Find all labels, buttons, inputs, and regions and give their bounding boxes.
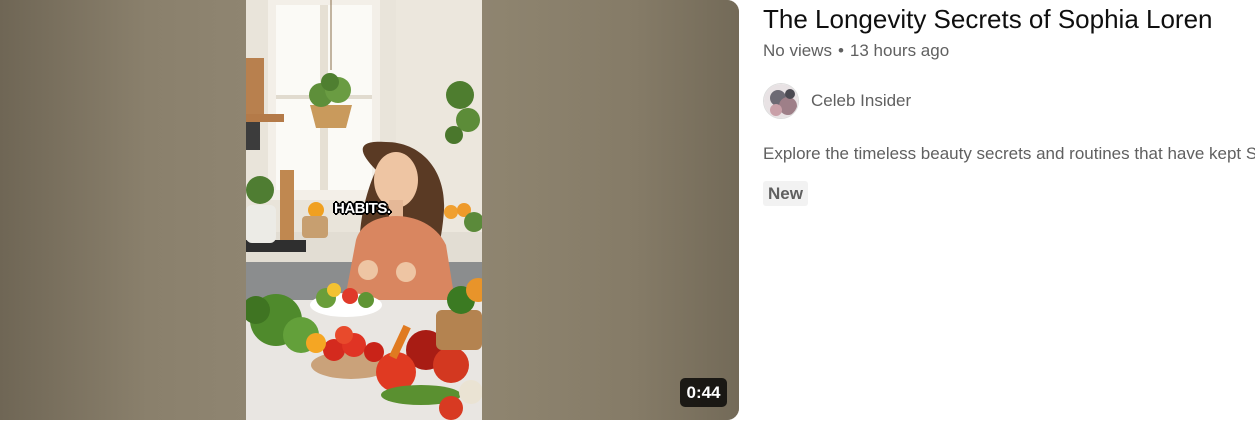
video-result[interactable]: HABITS. 0:44 The Longevity Secrets of So… [0, 0, 1255, 425]
video-metadata: No views • 13 hours ago [763, 40, 949, 62]
channel-avatar[interactable] [763, 83, 799, 119]
new-badge: New [763, 181, 808, 206]
thumbnail-blur-left [0, 0, 246, 420]
video-title[interactable]: The Longevity Secrets of Sophia Loren [763, 4, 1213, 34]
channel-name[interactable]: Celeb Insider [811, 91, 911, 111]
meta-separator: • [837, 41, 844, 60]
channel-info[interactable]: Celeb Insider [763, 83, 911, 119]
avatar-image [764, 84, 798, 118]
duration-badge: 0:44 [680, 378, 727, 407]
video-description: Explore the timeless beauty secrets and … [763, 144, 1255, 163]
video-thumbnail[interactable]: HABITS. 0:44 [0, 0, 739, 420]
view-count: No views [763, 41, 832, 60]
upload-age: 13 hours ago [849, 41, 950, 60]
thumbnail-frame: HABITS. [246, 0, 482, 420]
video-caption-text: HABITS. [334, 200, 391, 217]
thumbnail-blur-right [482, 0, 739, 420]
